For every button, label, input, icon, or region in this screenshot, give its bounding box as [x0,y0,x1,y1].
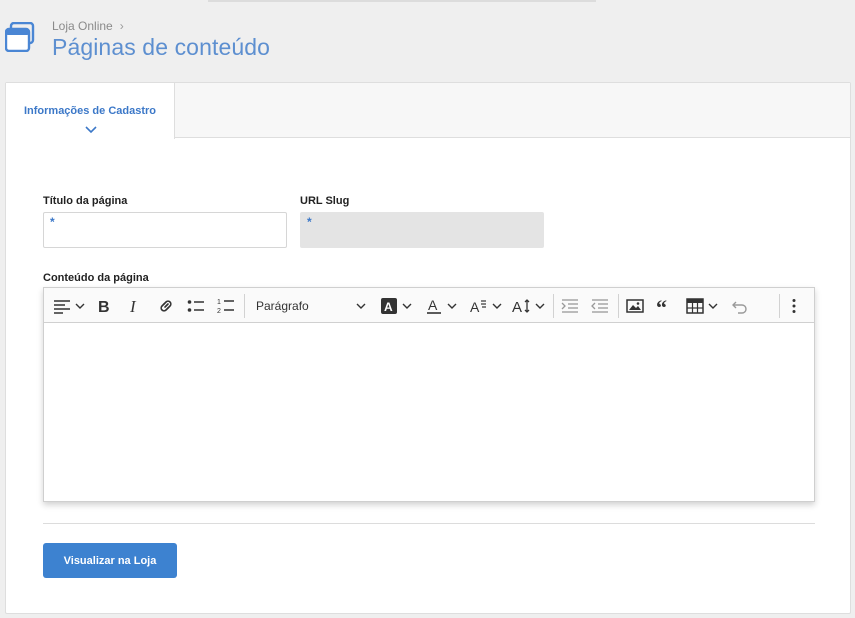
chevron-down-icon [492,303,502,309]
more-options-icon [792,299,796,313]
chevron-down-icon [708,303,718,309]
section-divider [43,523,815,524]
paragraph-format-select[interactable]: Parágrafo [256,295,366,317]
table-dropdown[interactable] [686,295,718,317]
paragraph-format-label: Parágrafo [256,299,309,313]
editor-toolbar: B I 12 Parágrafo A A A A “ [44,288,814,323]
breadcrumb-item-loja-online[interactable]: Loja Online [52,19,113,33]
title-field-label: Título da página [43,195,128,207]
svg-text:B: B [98,299,110,314]
insert-image-button[interactable] [626,295,644,317]
indent-button[interactable] [591,295,609,317]
blockquote-button[interactable]: “ [656,295,672,317]
table-icon [686,298,704,314]
svg-text:A: A [384,300,393,314]
slug-input: * [300,212,544,248]
tab-informacoes-cadastro[interactable]: Informações de Cadastro [6,83,175,139]
svg-text:A: A [428,297,438,313]
toolbar-separator [779,294,780,318]
italic-button[interactable]: I [128,295,140,317]
highlight-dropdown[interactable]: A [381,295,412,317]
outdent-button[interactable] [561,295,579,317]
bulleted-list-icon [187,300,204,312]
slug-field-label: URL Slug [300,195,350,207]
required-indicator: * [307,215,312,229]
bulleted-list-button[interactable] [187,295,205,317]
text-height-icon: A [512,299,530,314]
link-button[interactable] [158,295,174,317]
page-title: Páginas de conteúdo [52,34,271,60]
chevron-down-icon [447,303,457,309]
italic-icon: I [129,298,137,314]
undo-button[interactable] [730,295,748,317]
chevron-down-icon [402,303,412,309]
view-in-store-button[interactable]: Visualizar na Loja [43,543,177,578]
svg-text:2: 2 [217,308,221,315]
blockquote-icon: “ [656,298,667,314]
svg-text:A: A [470,299,480,314]
form-card: Informações de Cadastro Título da página… [5,82,851,614]
font-color-icon: A [427,297,441,314]
bold-button[interactable]: B [97,295,111,317]
font-size-dropdown[interactable]: A [469,295,502,317]
breadcrumb: Loja Online › [52,19,124,33]
numbered-list-button[interactable]: 12 [217,295,235,317]
svg-text:“: “ [656,298,667,314]
title-input[interactable]: * [43,212,287,248]
svg-text:I: I [129,298,137,314]
windows-icon [5,22,35,52]
chevron-down-icon [535,303,545,309]
svg-text:A: A [512,299,522,314]
more-options-button[interactable] [792,295,796,317]
top-loading-line [208,0,596,2]
tab-label: Informações de Cadastro [23,105,157,117]
svg-text:1: 1 [217,299,221,306]
highlight-icon: A [381,298,397,314]
chevron-down-icon [75,303,85,309]
numbered-list-icon: 12 [217,299,234,315]
image-icon [626,299,644,313]
font-size-icon: A [470,299,486,314]
bold-icon: B [98,299,110,314]
font-color-dropdown[interactable]: A [426,295,457,317]
alignment-dropdown[interactable] [53,295,85,317]
text-height-dropdown[interactable]: A [512,295,545,317]
rich-text-editor: B I 12 Parágrafo A A A A “ [43,287,815,502]
link-icon [160,300,172,312]
required-indicator: * [50,215,55,229]
undo-icon [732,301,747,314]
outdent-icon [561,299,578,313]
content-field-label: Conteúdo da página [43,272,149,284]
tab-bar: Informações de Cadastro [6,83,850,139]
indent-icon [591,299,608,313]
toolbar-separator [618,294,619,318]
align-left-icon [54,300,70,314]
chevron-down-icon [85,126,97,134]
toolbar-separator [553,294,554,318]
chevron-down-icon [356,303,366,309]
toolbar-separator [244,294,245,318]
chevron-right-icon: › [119,19,124,33]
editor-content-area[interactable] [44,324,814,501]
